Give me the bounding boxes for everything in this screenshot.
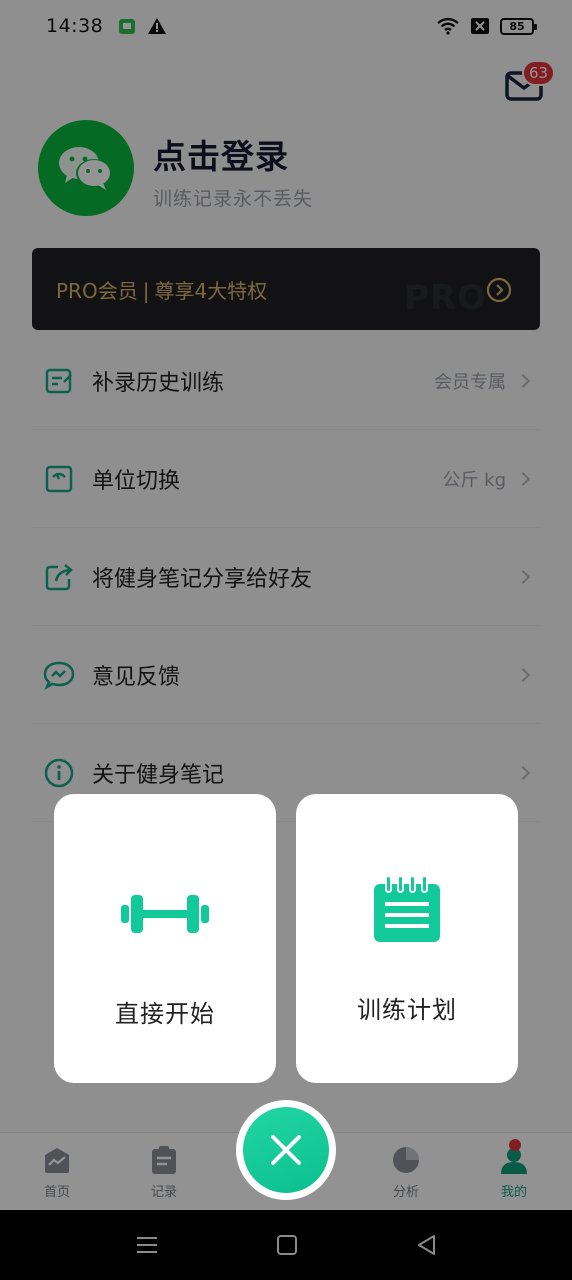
training-plan-label: 训练计划	[357, 996, 457, 1024]
notepad-icon	[372, 876, 442, 942]
close-fab-button[interactable]	[236, 1100, 336, 1200]
menu-icon[interactable]	[134, 1232, 160, 1258]
start-directly-label: 直接开始	[115, 1000, 215, 1028]
home-icon[interactable]	[274, 1232, 300, 1258]
dumbbell-icon	[121, 882, 209, 946]
training-plan-card[interactable]: 训练计划	[296, 794, 518, 1083]
close-icon	[271, 1135, 301, 1165]
system-nav-bar	[0, 1210, 572, 1280]
back-icon[interactable]	[414, 1232, 440, 1258]
start-directly-card[interactable]: 直接开始	[54, 794, 276, 1083]
